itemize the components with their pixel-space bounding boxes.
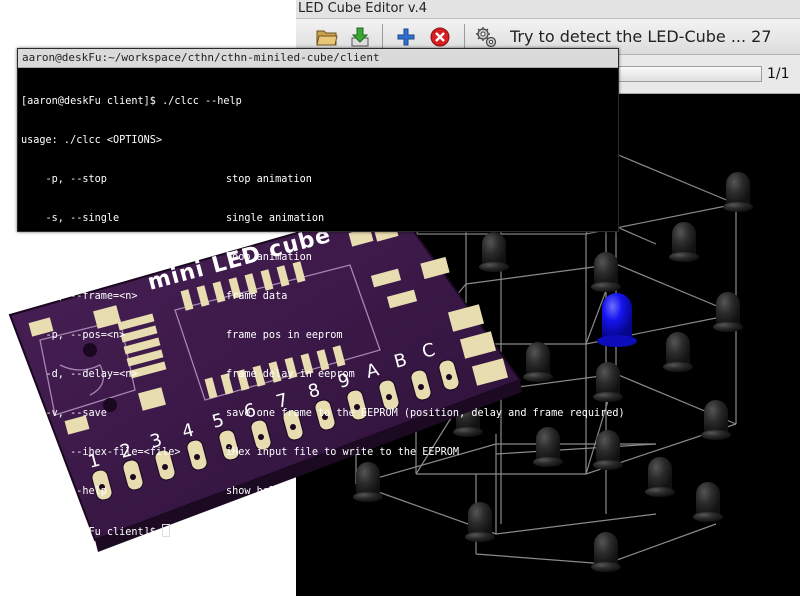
terminal-output[interactable]: [aaron@deskFu client]$ ./clcc --help usa…	[21, 69, 625, 538]
gears-icon	[476, 27, 497, 48]
option-flag: -h, --help	[21, 486, 107, 497]
plus-icon	[397, 28, 415, 46]
option-desc: iHex input file to write to the EEPROM	[226, 447, 460, 458]
option-desc: frame data	[226, 291, 288, 302]
editor-title: LED Cube Editor v.4	[298, 1, 427, 16]
open-button[interactable]	[313, 23, 341, 51]
terminal-prompt-row: [aaron@deskFu client]$	[21, 524, 615, 538]
terminal-option-row: -h, --help show help	[21, 485, 615, 498]
terminal-option-row: -d, --delay=<n> frame delay in eeprom	[21, 368, 615, 381]
editor-titlebar[interactable]: LED Cube Editor v.4	[296, 0, 800, 19]
option-desc: save one frame to the EEPROM (position, …	[226, 408, 625, 419]
terminal-option-row: -i, --ihex-file=<file> iHex input file to…	[21, 446, 615, 459]
terminal-line: usage: ./clcc <OPTIONS>	[21, 135, 163, 146]
option-flag: -p, --stop	[21, 174, 107, 185]
delete-frame-button[interactable]	[426, 23, 454, 51]
option-flag: -i, --ihex-file=<file>	[21, 447, 181, 458]
add-frame-button[interactable]	[392, 23, 420, 51]
upload-button[interactable]	[346, 23, 374, 51]
option-flag: -v, --save	[21, 408, 107, 419]
terminal-option-row: -l, --loop loop animation	[21, 251, 615, 264]
detect-button[interactable]	[472, 23, 500, 51]
option-desc: loop animation	[226, 252, 312, 263]
terminal-option-row: -s, --single single animation	[21, 212, 615, 225]
frame-counter: 1/1	[767, 66, 790, 82]
toolbar-separator	[382, 24, 383, 48]
cancel-icon	[430, 27, 450, 47]
terminal-title: aaron@deskFu:~/workspace/cthn/cthn-minil…	[22, 51, 380, 64]
option-flag: -f, --frame=<n>	[21, 291, 138, 302]
frame-slider[interactable]	[618, 66, 762, 82]
download-icon	[351, 27, 369, 47]
option-desc: stop animation	[226, 174, 312, 185]
terminal-window: aaron@deskFu:~/workspace/cthn/cthn-minil…	[17, 48, 625, 538]
option-desc: single animation	[226, 213, 325, 224]
terminal-line: [aaron@deskFu client]$ ./clcc --help	[21, 96, 242, 107]
terminal-option-row: -f, --frame=<n> frame data	[21, 290, 615, 303]
terminal-prompt: [aaron@deskFu client]$	[21, 527, 163, 538]
detect-label: Try to detect the LED-Cube ... 27	[510, 27, 772, 46]
terminal-titlebar[interactable]: aaron@deskFu:~/workspace/cthn/cthn-minil…	[18, 49, 618, 68]
terminal-option-row: -p, --pos=<n> frame pos in eeprom	[21, 329, 615, 342]
text-cursor	[162, 524, 171, 537]
option-flag: -l, --loop	[21, 252, 107, 263]
option-desc: frame delay in eeprom	[226, 369, 355, 380]
toolbar-separator	[464, 24, 465, 48]
option-flag: -p, --pos=<n>	[21, 330, 126, 341]
option-desc: frame pos in eeprom	[226, 330, 343, 341]
option-desc: show help	[226, 486, 282, 497]
option-flag: -s, --single	[21, 213, 120, 224]
terminal-option-row: -p, --stop stop animation	[21, 173, 615, 186]
terminal-option-row: -v, --save save one frame to the EEPROM (…	[21, 407, 625, 420]
option-flag: -d, --delay=<n>	[21, 369, 138, 380]
folder-open-icon	[316, 30, 338, 46]
